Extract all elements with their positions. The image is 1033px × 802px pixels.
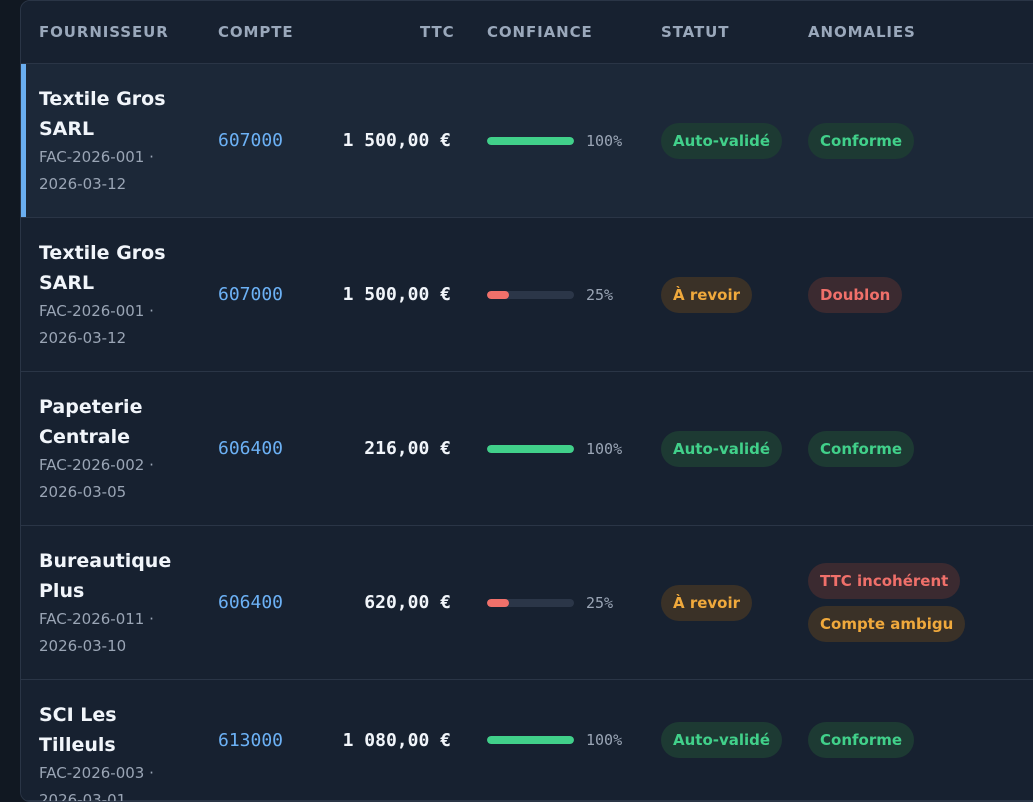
invoice-meta: FAC-2026-002 · 2026-03-05 [39,456,154,501]
confidence-cell: 100% [487,372,622,525]
status-badge: Auto-validé [661,430,783,467]
invoice-table: FOURNISSEUR COMPTE TTC CONFIANCE STATUT … [20,0,1033,802]
header-compte[interactable]: COMPTE [218,23,294,41]
confidence-percent: 100% [586,731,623,749]
table-row[interactable]: Textile Gros SARL FAC-2026-001 · 2026-03… [21,64,1033,218]
status-badge: À revoir [661,584,753,621]
anomaly-badge: Conforme [808,122,915,159]
table-row[interactable]: Textile Gros SARL FAC-2026-001 · 2026-03… [21,218,1033,372]
ttc-amount: 1 500,00 € [342,284,451,305]
confidence-percent: 100% [586,439,623,458]
anomaly-badge: Conforme [808,430,915,467]
confidence-fill [487,136,574,145]
invoice-meta: FAC-2026-001 · 2026-03-12 [39,148,154,193]
invoice-meta: FAC-2026-001 · 2026-03-12 [39,302,154,347]
status-cell: Auto-validé [661,64,783,217]
anomalies-cell: Doublon [808,218,903,371]
confidence-percent: 100% [586,131,623,150]
confidence-bar [487,444,574,453]
confidence-fill [487,444,574,453]
header-statut[interactable]: STATUT [661,23,729,41]
anomaly-badge: Compte ambigu [808,606,966,642]
vendor-cell: Textile Gros SARL FAC-2026-001 · 2026-03… [39,84,199,198]
confidence-cell: 25% [487,218,613,371]
status-cell: Auto-validé [661,680,783,800]
anomaly-badge: Conforme [808,722,915,758]
confidence-bar [487,598,574,607]
status-cell: À revoir [661,218,753,371]
account-code[interactable]: 607000 [218,218,283,371]
confidence-fill [487,598,509,607]
confidence-bar [487,136,574,145]
ttc-amount: 216,00 € [364,438,451,459]
vendor-name: Papeterie Centrale [39,396,143,448]
header-fournisseur[interactable]: FOURNISSEUR [39,23,169,41]
anomalies-cell: TTC incohérent Compte ambigu [808,526,966,679]
ttc-amount: 1 500,00 € [342,130,451,151]
confidence-cell: 100% [487,64,622,217]
status-cell: Auto-validé [661,372,783,525]
table-row[interactable]: Papeterie Centrale FAC-2026-002 · 2026-0… [21,372,1033,526]
header-anomalies[interactable]: ANOMALIES [808,23,916,41]
confidence-cell: 100% [487,680,622,800]
confidence-percent: 25% [586,593,614,612]
ttc-amount: 620,00 € [364,592,451,613]
confidence-fill [487,736,574,744]
invoice-meta: FAC-2026-011 · 2026-03-10 [39,610,154,655]
header-ttc[interactable]: TTC [420,23,455,41]
vendor-cell: Textile Gros SARL FAC-2026-001 · 2026-03… [39,238,199,352]
confidence-percent: 25% [586,285,614,304]
vendor-name: Textile Gros SARL [39,242,166,294]
anomaly-badge: Doublon [808,276,903,313]
table-row[interactable]: Bureautique Plus FAC-2026-011 · 2026-03-… [21,526,1033,680]
confidence-bar [487,736,574,744]
account-code[interactable]: 606400 [218,372,283,525]
status-badge: À revoir [661,276,753,313]
confidence-bar [487,290,574,299]
table-row[interactable]: SCI Les Tilleuls FAC-2026-003 · 2026-03-… [21,680,1033,801]
status-badge: Auto-validé [661,122,783,159]
anomalies-cell: Conforme [808,64,915,217]
invoice-meta: FAC-2026-003 · 2026-03-01 [39,764,154,802]
header-confiance[interactable]: CONFIANCE [487,23,593,41]
status-cell: À revoir [661,526,753,679]
vendor-cell: SCI Les Tilleuls FAC-2026-003 · 2026-03-… [39,700,199,802]
vendor-name: SCI Les Tilleuls [39,704,117,756]
vendor-cell: Bureautique Plus FAC-2026-011 · 2026-03-… [39,546,199,660]
status-badge: Auto-validé [661,722,783,758]
anomalies-cell: Conforme [808,680,915,800]
anomalies-cell: Conforme [808,372,915,525]
table-header: FOURNISSEUR COMPTE TTC CONFIANCE STATUT … [21,1,1033,64]
account-code[interactable]: 613000 [218,680,283,800]
confidence-cell: 25% [487,526,613,679]
account-code[interactable]: 607000 [218,64,283,217]
table-body: Textile Gros SARL FAC-2026-001 · 2026-03… [21,64,1033,801]
vendor-cell: Papeterie Centrale FAC-2026-002 · 2026-0… [39,392,199,506]
vendor-name: Textile Gros SARL [39,88,166,140]
anomaly-badge: TTC incohérent [808,563,961,599]
account-code[interactable]: 606400 [218,526,283,679]
confidence-fill [487,290,509,299]
vendor-name: Bureautique Plus [39,550,172,602]
ttc-amount: 1 080,00 € [342,729,451,751]
